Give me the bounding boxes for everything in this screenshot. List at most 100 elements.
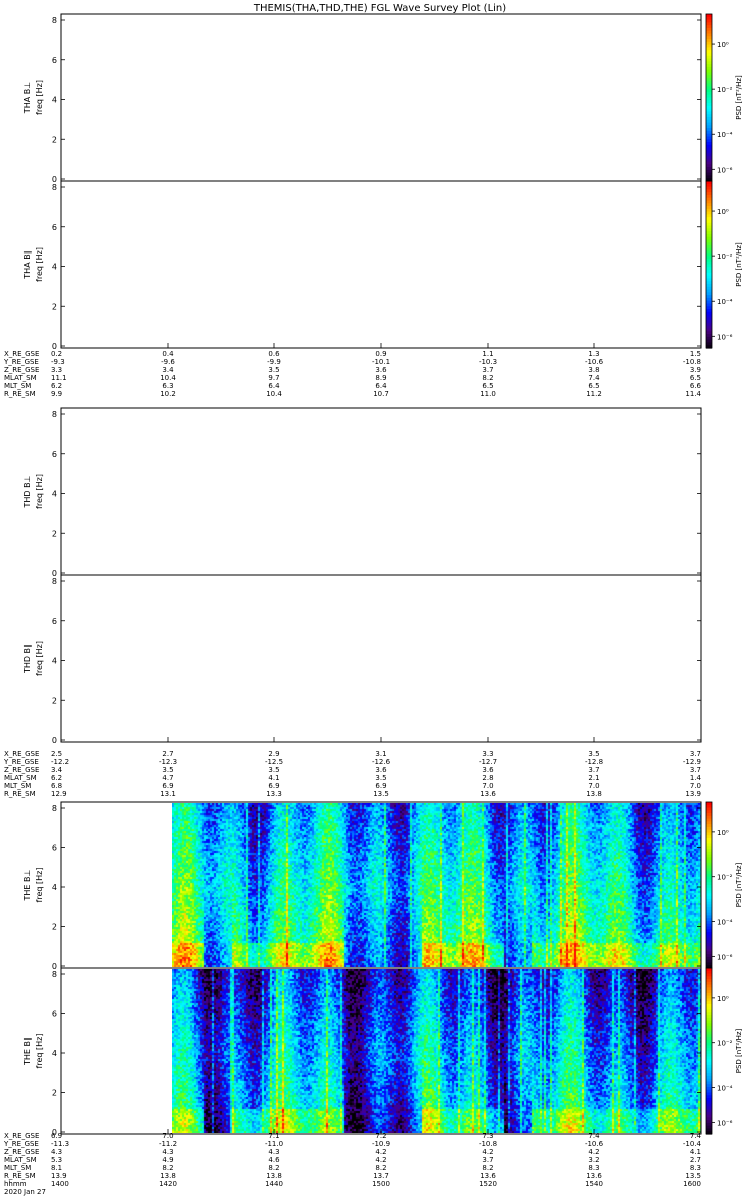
ephemeris-value: -11.3 (51, 1140, 69, 1148)
ephemeris-value: 3.7 (690, 750, 701, 758)
ephemeris-label: R_RE_SM (4, 790, 36, 798)
panel-ylabel: freq [Hz] (35, 247, 44, 282)
ephemeris-value: 3.3 (482, 750, 493, 758)
ephemeris-label: X_RE_GSE (4, 750, 39, 758)
y-tick-label: 2 (52, 696, 57, 705)
ephemeris-value: 1.3 (588, 350, 599, 358)
ephemeris-label: Y_RE_GSE (3, 758, 39, 766)
ephemeris-value: -10.9 (372, 1140, 390, 1148)
ephemeris-value: 9.7 (268, 374, 279, 382)
ephemeris-value: 13.6 (480, 1172, 496, 1180)
panel-frame (60, 13, 702, 182)
ephemeris-value: 5.3 (51, 1156, 62, 1164)
ephemeris-value: 13.3 (266, 790, 282, 798)
panel-probe-label: THA B∥ (23, 250, 32, 279)
ephemeris-value: 2.8 (482, 774, 493, 782)
ephemeris-value: 3.7 (588, 766, 599, 774)
ephemeris-value: 12.9 (51, 790, 67, 798)
ephemeris-value: 10.7 (373, 390, 389, 398)
ephemeris-value: -12.2 (51, 758, 69, 766)
ephemeris-label: MLAT_SM (4, 1156, 37, 1164)
ephemeris-value: 9.9 (51, 390, 62, 398)
ephemeris-value: 0.6 (268, 350, 280, 358)
ephemeris-value: 6.5 (588, 382, 599, 390)
ephemeris-value: 0.9 (375, 350, 386, 358)
ephemeris-value: 3.5 (375, 774, 386, 782)
ephemeris-value: 3.4 (162, 366, 174, 374)
plot-title: THEMIS(THA,THD,THE) FGL Wave Survey Plot… (253, 3, 506, 14)
ephemeris-value: 4.2 (375, 1148, 386, 1156)
ephemeris-value: 3.6 (482, 766, 494, 774)
colorbar-tick-label: 10⁻⁶ (717, 1119, 733, 1127)
ephemeris-value: -10.6 (585, 358, 604, 366)
ephemeris-value: 8.1 (51, 1164, 62, 1172)
ephemeris-value: 6.5 (690, 374, 701, 382)
ephemeris-value: 13.1 (160, 790, 176, 798)
ephemeris-value: 11.4 (685, 390, 701, 398)
panel-ylabel: freq [Hz] (35, 474, 44, 509)
panel-probe-label: THE B∥ (23, 1037, 32, 1066)
colorbar-label: PSD [nT²/Hz] (735, 75, 743, 120)
y-tick-label: 4 (52, 263, 57, 272)
y-tick-label: 2 (52, 302, 57, 311)
ephemeris-value: 6.4 (268, 382, 280, 390)
ephemeris-value: 7.0 (162, 1132, 173, 1140)
colorbar-tick-label: 10⁻⁶ (717, 953, 733, 961)
panel-ylabel: freq [Hz] (35, 1034, 44, 1069)
ephemeris-label: R_RE_SM (4, 1172, 36, 1180)
ephemeris-value: -9.6 (161, 358, 175, 366)
ephemeris-value: 1.4 (690, 774, 702, 782)
ephemeris-value: -12.8 (585, 758, 603, 766)
spectrogram-image (172, 803, 701, 967)
panel-ylabel: freq [Hz] (35, 641, 44, 676)
colorbar-tick-label: 10⁰ (717, 41, 729, 49)
ephemeris-value: 1.1 (482, 350, 493, 358)
colorbar-label: PSD [nT²/Hz] (735, 862, 743, 907)
ephemeris-value: 8.2 (375, 1164, 386, 1172)
ephemeris-value: 6.3 (162, 382, 173, 390)
ephemeris-value: -12.6 (372, 758, 391, 766)
ephemeris-value: -12.5 (265, 758, 283, 766)
ephemeris-value: 3.6 (375, 766, 387, 774)
y-tick-label: 4 (52, 883, 57, 892)
colorbar-tick-label: 10⁻² (717, 86, 733, 94)
ephemeris-value: 3.3 (51, 366, 62, 374)
colorbar-tick-label: 10⁻⁴ (717, 131, 733, 139)
ephemeris-value: 13.8 (266, 1172, 282, 1180)
ephemeris-value: 13.9 (51, 1172, 67, 1180)
ephemeris-value: 3.9 (690, 366, 701, 374)
ephemeris-value: 10.2 (160, 390, 176, 398)
ephemeris-label: MLT_SM (4, 1164, 31, 1172)
ephemeris-value: 6.8 (51, 782, 62, 790)
ephemeris-value: 3.8 (588, 366, 599, 374)
ephemeris-label: Z_RE_GSE (4, 1148, 39, 1156)
colorbar-tick-label: 10⁰ (717, 829, 729, 837)
ephemeris-value: 13.6 (480, 790, 496, 798)
y-tick-label: 8 (52, 183, 57, 192)
panel-probe-label: THD B⊥ (23, 475, 32, 508)
panel-frame (60, 574, 702, 743)
y-tick-label: 6 (52, 56, 57, 65)
ephemeris-value: 7.1 (268, 1132, 279, 1140)
ephemeris-value: 4.6 (268, 1156, 280, 1164)
ephemeris-value: -9.9 (267, 358, 281, 366)
colorbar-tick-label: 10⁻² (717, 874, 733, 882)
y-tick-label: 6 (52, 450, 57, 459)
ephemeris-value: -11.0 (265, 1140, 283, 1148)
y-tick-label: 4 (52, 657, 57, 666)
ephemeris-value: -10.4 (683, 1140, 702, 1148)
ephemeris-label: Y_RE_GSE (3, 1140, 39, 1148)
ephemeris-value: -10.6 (585, 1140, 604, 1148)
y-tick-label: 6 (52, 223, 57, 232)
y-tick-label: 4 (52, 96, 57, 105)
ephemeris-value: 6.9 (375, 782, 386, 790)
ephemeris-label: MLAT_SM (4, 774, 37, 782)
ephemeris-value: -12.7 (479, 758, 497, 766)
ephemeris-value: 7.2 (375, 1132, 386, 1140)
ephemeris-value: 4.2 (588, 1148, 599, 1156)
ephemeris-value: 3.2 (588, 1156, 599, 1164)
ephemeris-value: 8.2 (162, 1164, 173, 1172)
ephemeris-value: 3.7 (482, 1156, 493, 1164)
ephemeris-value: -10.8 (683, 358, 701, 366)
ephemeris-value: 13.8 (160, 1172, 176, 1180)
